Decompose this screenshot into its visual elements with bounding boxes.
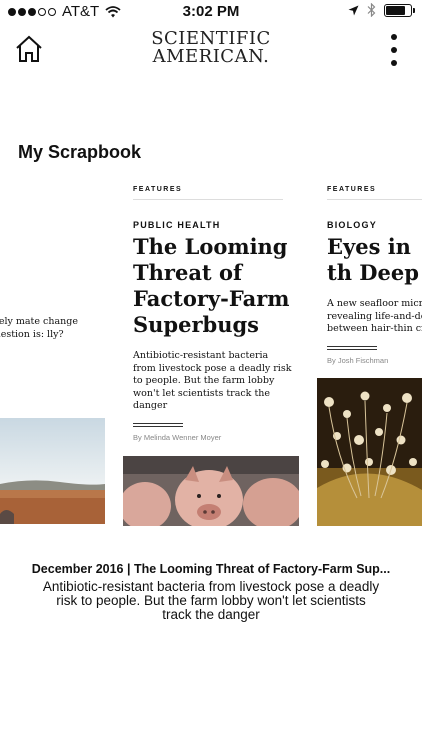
divider xyxy=(327,345,377,350)
article-headline: Eyes in th Deep xyxy=(327,234,419,285)
pigs-photo xyxy=(123,456,299,526)
logo-line2: AMERICAN. xyxy=(152,46,270,67)
location-arrow-icon xyxy=(348,5,359,15)
page-title: My Scrapbook xyxy=(18,142,142,162)
battery-icon xyxy=(384,3,415,17)
dot-icon xyxy=(391,60,397,66)
topic-label: PUBLIC HEALTH xyxy=(133,220,221,230)
dot-icon xyxy=(391,34,397,40)
scientific-american-logo: SCIENTIFIC AMERICAN. xyxy=(0,30,422,66)
status-right xyxy=(348,3,415,17)
article-dek: Antibiotic-resistant bacteria from lives… xyxy=(133,350,292,411)
deep-sea-photo xyxy=(317,378,422,526)
more-options-button[interactable] xyxy=(386,34,402,66)
topic-label: BIOLOGY xyxy=(327,220,377,230)
issue-and-title: December 2016 | The Looming Threat of Fa… xyxy=(31,562,391,576)
headline-line: afrost xyxy=(0,254,105,280)
section-label: FEATURES xyxy=(133,186,283,200)
article-dek: A new seafloor micro revealing life-and-… xyxy=(327,298,422,334)
article-summary: Antibiotic-resistant bacteria from lives… xyxy=(42,579,380,622)
divider xyxy=(133,422,183,427)
byline: By Melinda Wenner Moyer xyxy=(133,432,222,442)
top-nav-bar: SCIENTIFIC AMERICAN. xyxy=(0,26,422,72)
status-bar: AT&T 3:02 PM xyxy=(0,0,422,24)
article-dek: ic tundra will likely mate change for a … xyxy=(0,316,78,340)
article-headline: afrost ction xyxy=(0,254,105,306)
bluetooth-icon xyxy=(367,3,376,17)
headline-line: ction xyxy=(0,280,105,306)
scrapbook-carousel[interactable]: afrost ction ic tundra will likely mate … xyxy=(0,186,422,526)
dot-icon xyxy=(391,47,397,53)
article-headline: The Looming Threat of Factory-Farm Super… xyxy=(133,234,290,337)
selected-article-caption: December 2016 | The Looming Threat of Fa… xyxy=(0,562,422,622)
section-label: FEATURES xyxy=(327,186,422,200)
byline: By Josh Fischman xyxy=(327,355,389,365)
tundra-photo xyxy=(0,418,105,524)
